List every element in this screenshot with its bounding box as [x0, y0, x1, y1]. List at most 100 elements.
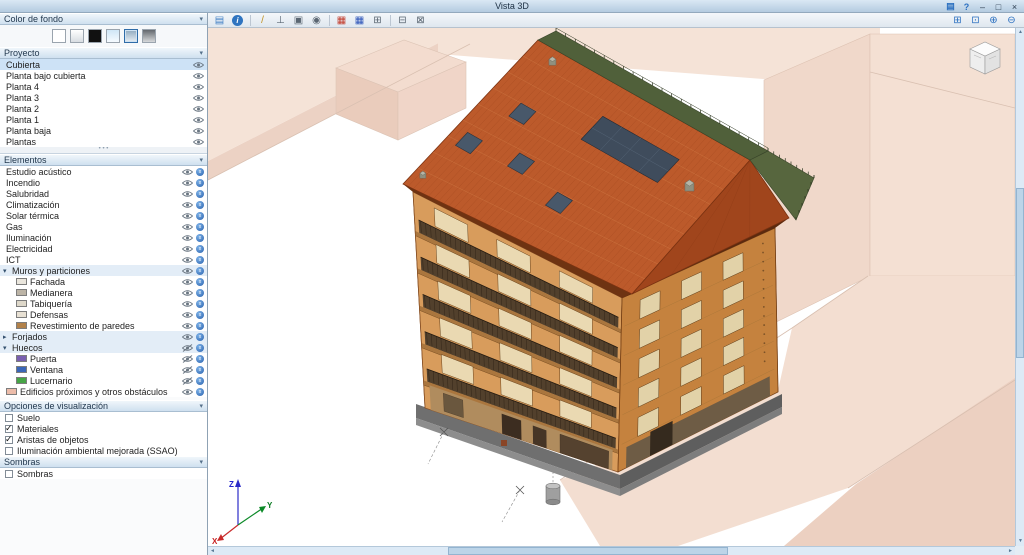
- eye-icon[interactable]: [182, 388, 193, 396]
- item-row-iluminaci-n[interactable]: Iluminaciónx: [0, 232, 207, 243]
- bg-swatch-white[interactable]: [52, 29, 66, 43]
- eye-icon[interactable]: [193, 116, 204, 124]
- layer-style-icon[interactable]: x: [196, 256, 204, 264]
- vertical-scroll-thumb[interactable]: [1016, 188, 1024, 358]
- eye-icon[interactable]: [193, 94, 204, 102]
- minimize-button[interactable]: –: [975, 1, 990, 12]
- layer-style-icon[interactable]: x: [196, 179, 204, 187]
- table-red-icon[interactable]: ▦: [333, 14, 350, 27]
- eye-icon[interactable]: [182, 212, 193, 220]
- navigation-cube[interactable]: [970, 42, 1000, 74]
- color-swatch[interactable]: [16, 278, 27, 285]
- layer-style-icon[interactable]: x: [196, 278, 204, 286]
- list-splitter[interactable]: • • •: [0, 147, 207, 154]
- layer-style-icon[interactable]: x: [196, 322, 204, 330]
- dock-icon[interactable]: ▤: [943, 1, 958, 12]
- horizontal-scrollbar[interactable]: ◄ ►: [208, 546, 1015, 555]
- item-row-puerta[interactable]: Puertax: [0, 353, 207, 364]
- layout-icon[interactable]: ⊞: [369, 14, 386, 27]
- layer-style-icon[interactable]: x: [196, 289, 204, 297]
- item-row-fachada[interactable]: Fachadax: [0, 276, 207, 287]
- eye-icon[interactable]: [182, 322, 193, 330]
- layer-style-icon[interactable]: x: [196, 377, 204, 385]
- item-row-ict[interactable]: ICTx: [0, 254, 207, 265]
- section-header-elements[interactable]: Elementos ▾: [0, 154, 207, 166]
- item-row-gas[interactable]: Gasx: [0, 221, 207, 232]
- eye-icon[interactable]: [193, 127, 204, 135]
- color-swatch[interactable]: [16, 377, 27, 384]
- layer-style-icon[interactable]: x: [196, 234, 204, 242]
- section-header-shadows[interactable]: Sombras ▾: [0, 456, 207, 468]
- table-blue-icon[interactable]: ▦: [351, 14, 368, 27]
- color-swatch[interactable]: [16, 300, 27, 307]
- item-row-incendio[interactable]: Incendiox: [0, 177, 207, 188]
- visibility-icon[interactable]: ◉: [308, 14, 325, 27]
- section-header-display-options[interactable]: Opciones de visualización ▾: [0, 400, 207, 412]
- layer-style-icon[interactable]: x: [196, 344, 204, 352]
- eye-icon[interactable]: [182, 278, 193, 286]
- layer-style-icon[interactable]: x: [196, 311, 204, 319]
- chevron-down-icon[interactable]: ▾: [3, 344, 12, 352]
- layer-style-icon[interactable]: x: [196, 245, 204, 253]
- bg-swatch-black[interactable]: [88, 29, 102, 43]
- zoom-extents-icon[interactable]: ⊡: [967, 14, 984, 27]
- item-row-estudio-ac-stico[interactable]: Estudio acústicox: [0, 166, 207, 177]
- eye-icon[interactable]: [193, 61, 204, 69]
- item-row-cubierta[interactable]: Cubierta: [0, 59, 207, 70]
- color-swatch[interactable]: [16, 366, 27, 373]
- item-row-planta-bajo-cubierta[interactable]: Planta bajo cubierta: [0, 70, 207, 81]
- item-row-planta-4[interactable]: Planta 4: [0, 81, 207, 92]
- eye-off-icon[interactable]: [182, 355, 193, 363]
- eye-icon[interactable]: [193, 72, 204, 80]
- item-row-planta-1[interactable]: Planta 1: [0, 114, 207, 125]
- group-row-forjados[interactable]: ▸Forjadosx: [0, 331, 207, 342]
- layer-style-icon[interactable]: x: [196, 190, 204, 198]
- zoom-window-icon[interactable]: ⊞: [949, 14, 966, 27]
- close-button[interactable]: ×: [1007, 1, 1022, 12]
- chevron-down-icon[interactable]: ▾: [3, 267, 12, 275]
- export-icon[interactable]: ⊠: [412, 14, 429, 27]
- layer-style-icon[interactable]: x: [196, 212, 204, 220]
- vertical-scrollbar[interactable]: ▲ ▼: [1015, 28, 1024, 546]
- eye-icon[interactable]: [182, 300, 193, 308]
- color-swatch[interactable]: [16, 322, 27, 329]
- layer-style-icon[interactable]: x: [196, 333, 204, 341]
- pencil-icon[interactable]: /: [254, 14, 271, 27]
- maximize-button[interactable]: □: [991, 1, 1006, 12]
- option-row-suelo[interactable]: Suelo: [0, 412, 207, 423]
- layer-style-icon[interactable]: x: [196, 168, 204, 176]
- item-row-medianera[interactable]: Medianerax: [0, 287, 207, 298]
- eye-icon[interactable]: [182, 267, 193, 275]
- eye-icon[interactable]: [182, 190, 193, 198]
- dimension-icon[interactable]: ⊥: [272, 14, 289, 27]
- checkbox-materiales[interactable]: [5, 425, 13, 433]
- scene-3d[interactable]: ZYX: [208, 28, 1015, 546]
- item-row-tabiquer-a[interactable]: Tabiqueríax: [0, 298, 207, 309]
- item-row-planta-baja[interactable]: Planta baja: [0, 125, 207, 136]
- item-row-electricidad[interactable]: Electricidadx: [0, 243, 207, 254]
- eye-icon[interactable]: [193, 105, 204, 113]
- views-icon[interactable]: ▤: [211, 14, 228, 27]
- section-header-background-color[interactable]: Color de fondo ▾: [0, 13, 207, 25]
- eye-icon[interactable]: [182, 168, 193, 176]
- eye-icon[interactable]: [182, 234, 193, 242]
- eye-icon[interactable]: [182, 245, 193, 253]
- group-row-huecos[interactable]: ▾Huecosx: [0, 342, 207, 353]
- item-row-lucernario[interactable]: Lucernariox: [0, 375, 207, 386]
- viewport-3d[interactable]: ZYX: [208, 28, 1015, 546]
- zoom-out-icon[interactable]: ⊖: [1003, 14, 1020, 27]
- option-row-aristas-de-objetos[interactable]: Aristas de objetos: [0, 434, 207, 445]
- color-swatch[interactable]: [16, 355, 27, 362]
- color-swatch[interactable]: [16, 289, 27, 296]
- section-header-project[interactable]: Proyecto ▾: [0, 47, 207, 59]
- printer-icon[interactable]: ⊟: [394, 14, 411, 27]
- item-row-planta-3[interactable]: Planta 3: [0, 92, 207, 103]
- item-row-salubridad[interactable]: Salubridadx: [0, 188, 207, 199]
- scroll-up-icon[interactable]: ▲: [1016, 28, 1024, 37]
- scroll-left-icon[interactable]: ◄: [208, 547, 217, 555]
- checkbox-suelo[interactable]: [5, 414, 13, 422]
- eye-icon[interactable]: [182, 201, 193, 209]
- option-row-sombras[interactable]: Sombras: [0, 468, 207, 479]
- item-row-plantas[interactable]: Plantas: [0, 136, 207, 147]
- eye-icon[interactable]: [182, 256, 193, 264]
